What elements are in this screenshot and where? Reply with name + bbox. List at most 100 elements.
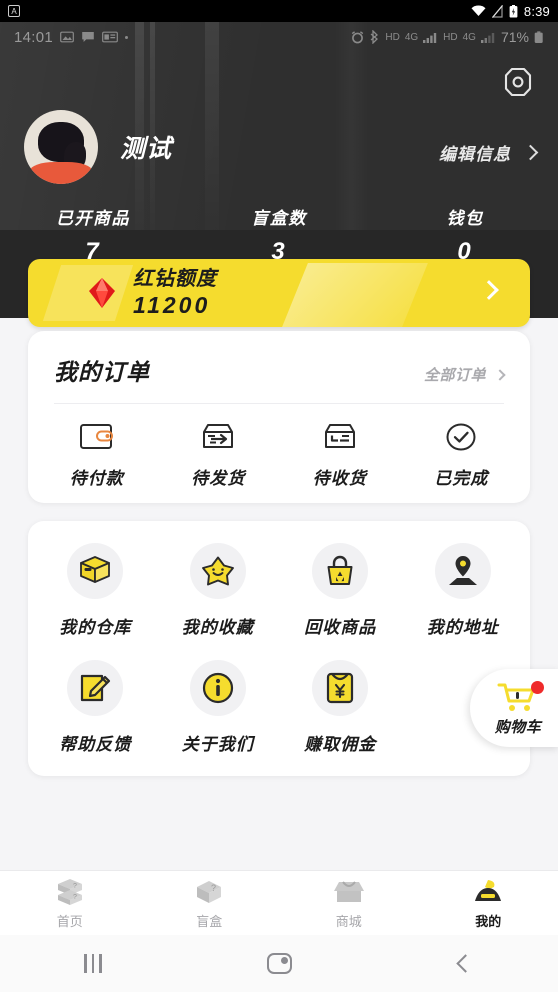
device-status-right: 8:39 — [471, 4, 550, 19]
menu-icon-bubble — [189, 660, 246, 716]
username: 测试 — [120, 135, 173, 163]
edit-info-button[interactable]: 编辑信息 — [439, 140, 539, 165]
menu-icon-bubble — [312, 543, 369, 599]
orders-card: 我的订单 全部订单 待付款 待发货 待收货 已完成 — [28, 331, 530, 503]
card-icon — [102, 31, 118, 43]
order-status-row: 待付款 待发货 待收货 已完成 — [28, 404, 530, 489]
net-label-1: 4G — [404, 31, 419, 43]
menu-label: 赚取佣金 — [304, 735, 377, 754]
home-icon — [266, 953, 292, 974]
back-icon — [455, 954, 475, 973]
app-status-left: 14:01 — [14, 28, 129, 46]
order-status-unshipped[interactable]: 待发货 — [158, 420, 280, 489]
hd-label-2: HD — [443, 31, 458, 43]
menu-item-recycle[interactable]: 回收商品 — [279, 543, 402, 638]
menu-item-commission[interactable]: 赚取佣金 — [279, 660, 402, 755]
hd-label-1: HD — [385, 31, 400, 43]
profile-icon — [475, 879, 502, 901]
all-orders-label: 全部订单 — [423, 367, 486, 384]
menu-label: 我的仓库 — [59, 618, 132, 637]
orders-title: 我的订单 — [54, 359, 150, 385]
tab-icon-wrap — [472, 877, 504, 907]
menu-item-favorites[interactable]: 我的收藏 — [157, 543, 280, 638]
recycle-bag-icon — [327, 555, 353, 585]
image-icon — [60, 31, 74, 43]
tab-home[interactable]: ?? 首页 — [0, 871, 140, 935]
net-label-2: 4G — [462, 31, 476, 43]
chevron-right-icon — [479, 280, 499, 300]
tab-icon-wrap: ?? — [55, 877, 85, 907]
app-clock: 14:01 — [14, 28, 54, 46]
stat-item-products[interactable]: 已开商品 7 — [0, 204, 186, 266]
stat-item-wallet[interactable]: 钱包 0 — [372, 204, 558, 266]
edit-note-icon — [81, 674, 111, 702]
menu-item-address[interactable]: 我的地址 — [402, 543, 525, 638]
wifi-icon — [471, 5, 486, 16]
app-status-right: HD 4G HD 4G 71% — [351, 29, 544, 45]
menu-label: 我的收藏 — [181, 618, 254, 637]
order-status-unpaid[interactable]: 待付款 — [36, 420, 158, 489]
order-icon-wrap — [445, 420, 477, 454]
orders-header: 我的订单 全部订单 — [28, 331, 530, 387]
settings-button[interactable] — [500, 64, 536, 100]
order-label: 待付款 — [69, 469, 124, 488]
home-button[interactable] — [186, 953, 372, 974]
chevron-right-icon — [522, 144, 539, 161]
cart-badge — [531, 681, 544, 694]
info-circle-icon — [202, 672, 233, 704]
shopping-cart-fab[interactable]: 购物车 — [470, 669, 558, 747]
device-status-bar: A 8:39 — [0, 0, 558, 22]
tab-label: 我的 — [475, 913, 502, 929]
svg-text:?: ? — [73, 883, 77, 890]
alarm-icon — [352, 30, 364, 43]
order-status-unreceived[interactable]: 待收货 — [279, 420, 401, 489]
avatar[interactable] — [24, 110, 98, 184]
menu-item-about[interactable]: 关于我们 — [157, 660, 280, 755]
signal-bars-icon-2 — [480, 32, 495, 43]
star-icon — [201, 556, 234, 586]
tab-blindbox[interactable]: ? 盲盒 — [140, 871, 280, 935]
hexagon-gear-icon — [504, 67, 532, 97]
app-status-bar: 14:01 HD 4G HD 4G 71% — [0, 22, 558, 52]
menu-item-warehouse[interactable]: 我的仓库 — [34, 543, 157, 638]
chevron-right-icon — [494, 368, 506, 381]
battery-percent: 71% — [500, 29, 529, 45]
android-nav-bar — [0, 935, 558, 992]
menu-icon-bubble — [189, 543, 246, 599]
vip-banner[interactable]: 红钻额度 11200 — [28, 259, 530, 327]
tab-profile[interactable]: 我的 — [419, 871, 558, 935]
order-label: 已完成 — [434, 469, 489, 488]
recents-button[interactable] — [0, 954, 186, 973]
all-orders-button[interactable]: 全部订单 — [423, 364, 506, 385]
edit-info-label: 编辑信息 — [439, 145, 511, 164]
tab-icon-wrap: ? — [194, 877, 224, 907]
stat-label: 已开商品 — [56, 209, 130, 228]
bluetooth-icon — [370, 30, 379, 44]
back-button[interactable] — [372, 954, 558, 973]
order-label: 待收货 — [312, 469, 367, 488]
menu-icon-bubble — [434, 543, 491, 599]
menu-label: 帮助反馈 — [59, 735, 132, 754]
stat-item-boxes[interactable]: 盲盒数 3 — [186, 204, 372, 266]
profile-row[interactable]: 测试 — [24, 110, 172, 184]
signal-off-icon — [491, 4, 503, 18]
tab-icon-wrap — [333, 877, 365, 907]
cart-label: 购物车 — [494, 718, 542, 736]
mystery-box-icon: ? — [197, 880, 222, 903]
banner-amount: 11200 — [133, 292, 211, 318]
phone-screen: A 8:39 14:01 HD 4G HD 4G 71% 测试 编辑信息 已开商… — [0, 0, 558, 992]
bottom-tab-bar: ?? 首页 ? 盲盒 商城 我的 — [0, 870, 558, 935]
order-icon-wrap — [201, 420, 235, 454]
avatar-body — [30, 162, 92, 184]
stat-label: 钱包 — [446, 209, 484, 228]
app-badge-icon: A — [8, 5, 20, 17]
red-envelope-yen-icon — [327, 672, 354, 704]
dot-icon — [125, 35, 129, 39]
check-circle-icon — [446, 423, 476, 451]
order-status-completed[interactable]: 已完成 — [401, 420, 523, 489]
avatar-hair — [38, 122, 86, 170]
menu-item-help[interactable]: 帮助反馈 — [34, 660, 157, 755]
signal-bars-icon-1 — [423, 32, 437, 43]
tab-shop[interactable]: 商城 — [279, 871, 419, 935]
box-arrow-icon — [203, 424, 234, 448]
